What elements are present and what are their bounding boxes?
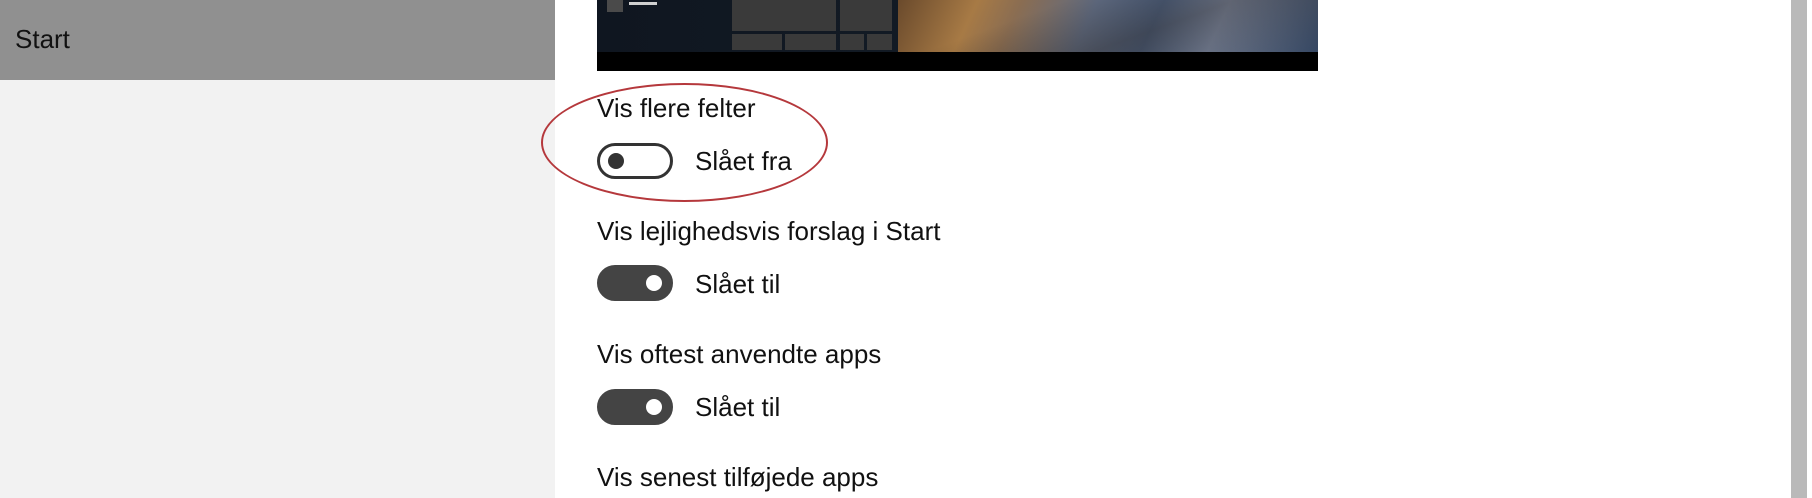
toggle-suggestions[interactable] xyxy=(597,265,673,301)
preview-tile-row xyxy=(785,34,836,50)
toggle-state-label: Slået til xyxy=(695,392,781,422)
preview-text-line xyxy=(629,2,657,5)
sidebar: Start xyxy=(0,0,555,498)
preview-tile-row xyxy=(840,34,864,50)
scrollbar-thumb[interactable] xyxy=(1791,0,1807,498)
toggle-state-label: Slået til xyxy=(695,269,781,299)
setting-label-suggestions: Vis lejlighedsvis forslag i Start xyxy=(597,216,941,246)
start-preview-image xyxy=(597,0,1318,71)
sidebar-item-start[interactable]: Start xyxy=(0,0,555,80)
preview-tile-medium xyxy=(840,0,892,31)
toggle-knob xyxy=(646,275,662,291)
settings-content xyxy=(555,0,1789,498)
toggle-most-used[interactable] xyxy=(597,389,673,425)
scrollbar[interactable] xyxy=(1789,0,1812,498)
settings-window: Start Vis flere felter Slået fra Vis lej… xyxy=(0,0,1812,498)
preview-tile-small xyxy=(607,0,623,12)
preview-wallpaper xyxy=(898,0,1318,52)
sidebar-item-label: Start xyxy=(15,24,70,54)
preview-tile-large xyxy=(732,0,836,31)
toggle-knob xyxy=(646,399,662,415)
preview-tile-row xyxy=(867,34,892,50)
setting-label-most-used: Vis oftest anvendte apps xyxy=(597,339,882,369)
setting-label-recently-added: Vis senest tilføjede apps xyxy=(597,462,879,492)
preview-tile-row xyxy=(732,34,782,50)
annotation-highlight-circle xyxy=(541,83,828,202)
